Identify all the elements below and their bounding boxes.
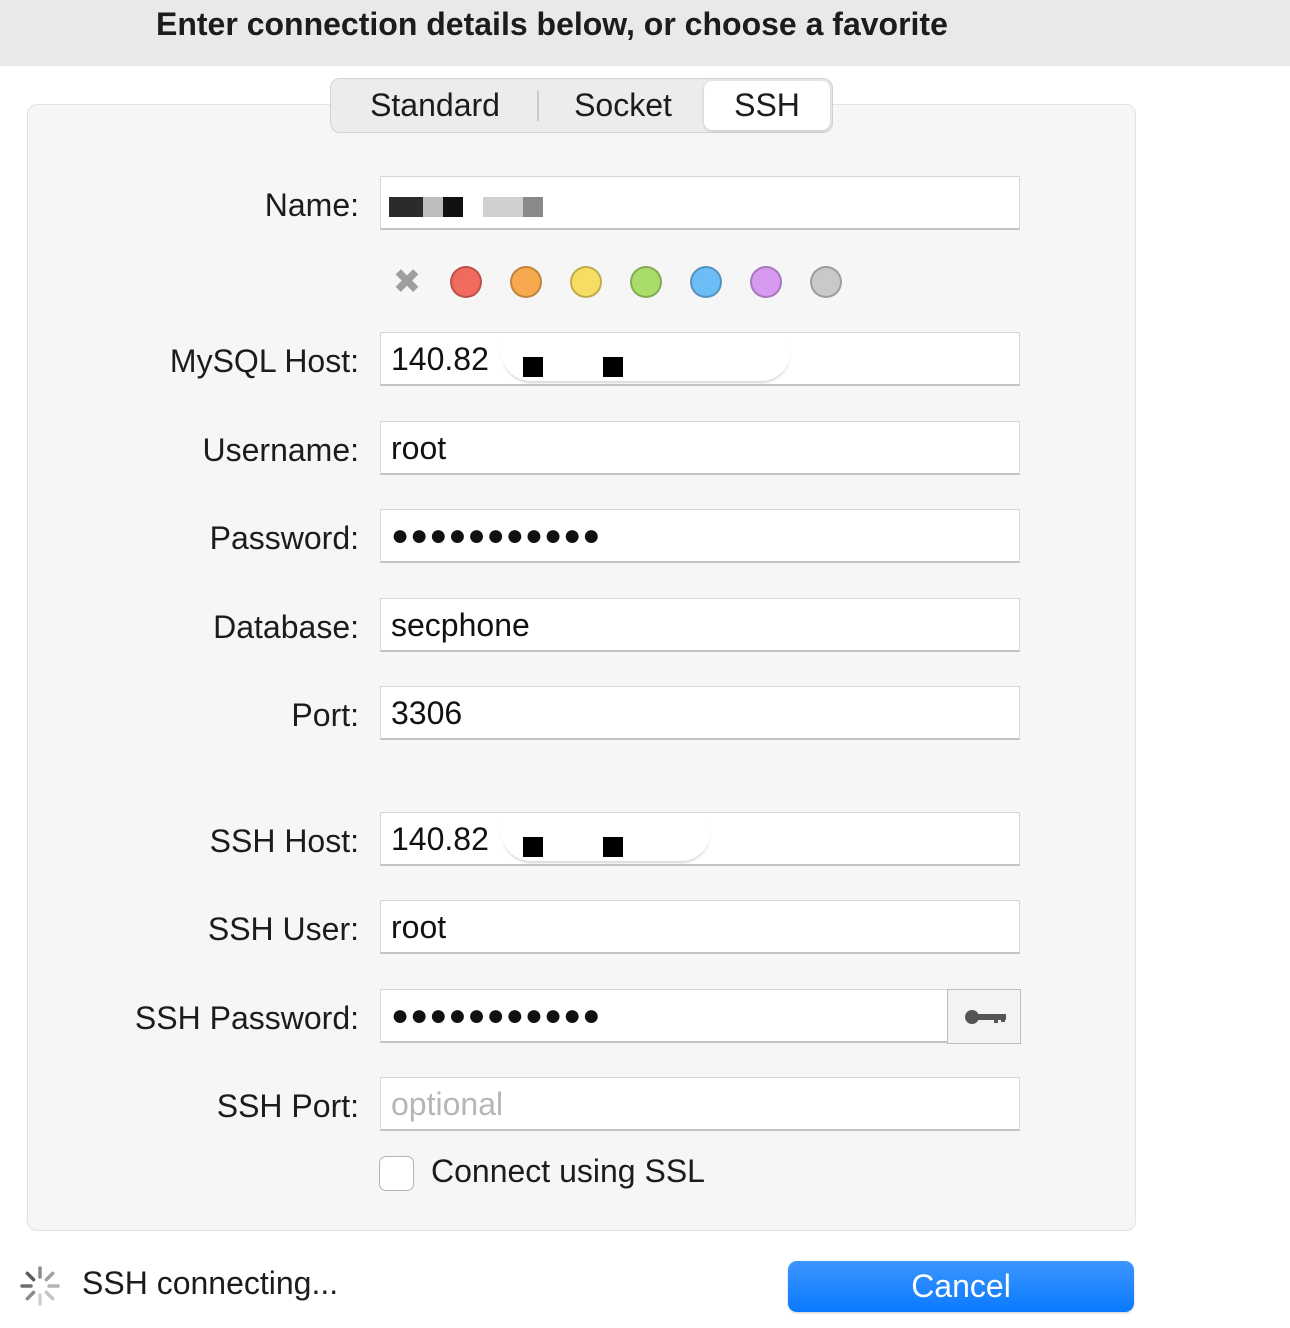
name-label: Name: xyxy=(264,187,359,223)
color-tag-blue[interactable] xyxy=(690,266,722,298)
password-field[interactable]: ●●●●●●●●●●● xyxy=(380,509,1020,563)
tab-socket[interactable]: Socket xyxy=(541,81,705,130)
ssh-key-button[interactable] xyxy=(947,989,1021,1044)
ssh-host-field[interactable]: 140.82 xyxy=(380,812,1020,866)
ssh-password-field[interactable]: ●●●●●●●●●●● xyxy=(380,989,948,1043)
ssh-host-label: SSH Host: xyxy=(209,823,359,859)
redaction-block xyxy=(389,197,423,217)
color-tag-orange[interactable] xyxy=(510,266,542,298)
dialog-header: Enter connection details below, or choos… xyxy=(0,0,1290,66)
ssh-user-field[interactable]: root xyxy=(380,900,1020,954)
ssh-password-label: SSH Password: xyxy=(134,1000,359,1036)
redaction-block xyxy=(603,357,623,377)
color-tag-yellow[interactable] xyxy=(570,266,602,298)
username-label: Username: xyxy=(202,432,360,468)
color-tag-red[interactable] xyxy=(450,266,482,298)
mysql-host-label: MySQL Host: xyxy=(169,343,359,379)
cancel-button[interactable]: Cancel xyxy=(788,1261,1134,1312)
color-tag-green[interactable] xyxy=(630,266,662,298)
connection-type-segmented-control: Standard Socket SSH xyxy=(330,78,833,133)
ssl-checkbox[interactable] xyxy=(379,1156,414,1191)
redaction-smudge xyxy=(501,333,791,381)
ssh-port-field[interactable]: optional xyxy=(380,1077,1020,1131)
password-label: Password: xyxy=(209,520,359,556)
mysql-host-field[interactable]: 140.82 xyxy=(380,332,1020,386)
database-label: Database: xyxy=(213,609,359,645)
ssh-user-label: SSH User: xyxy=(207,911,359,947)
ssh-port-label: SSH Port: xyxy=(216,1088,359,1124)
redaction-block xyxy=(523,197,543,217)
color-tag-purple[interactable] xyxy=(750,266,782,298)
port-field[interactable]: 3306 xyxy=(380,686,1020,740)
redaction-block xyxy=(523,837,543,857)
mysql-host-value: 140.82 xyxy=(391,341,489,377)
redaction-block xyxy=(603,837,623,857)
header-title: Enter connection details below, or choos… xyxy=(156,6,948,42)
redaction-block xyxy=(483,197,523,217)
database-field[interactable]: secphone xyxy=(380,598,1020,652)
name-field[interactable] xyxy=(380,176,1020,230)
clear-color-icon[interactable]: ✖ xyxy=(390,264,424,300)
key-icon xyxy=(965,1010,1006,1024)
port-label: Port: xyxy=(291,697,359,733)
redaction-block xyxy=(423,197,443,217)
progress-spinner-icon xyxy=(20,1266,60,1306)
tab-standard[interactable]: Standard xyxy=(335,81,535,130)
tab-divider xyxy=(537,91,539,121)
redaction-block xyxy=(523,357,543,377)
ssh-host-value: 140.82 xyxy=(391,821,489,857)
connection-status-text: SSH connecting... xyxy=(82,1265,339,1301)
redaction-block xyxy=(443,197,463,217)
color-tag-gray[interactable] xyxy=(810,266,842,298)
ssl-checkbox-label[interactable]: Connect using SSL xyxy=(431,1153,705,1190)
username-field[interactable]: root xyxy=(380,421,1020,475)
tab-ssh[interactable]: SSH xyxy=(704,81,830,130)
